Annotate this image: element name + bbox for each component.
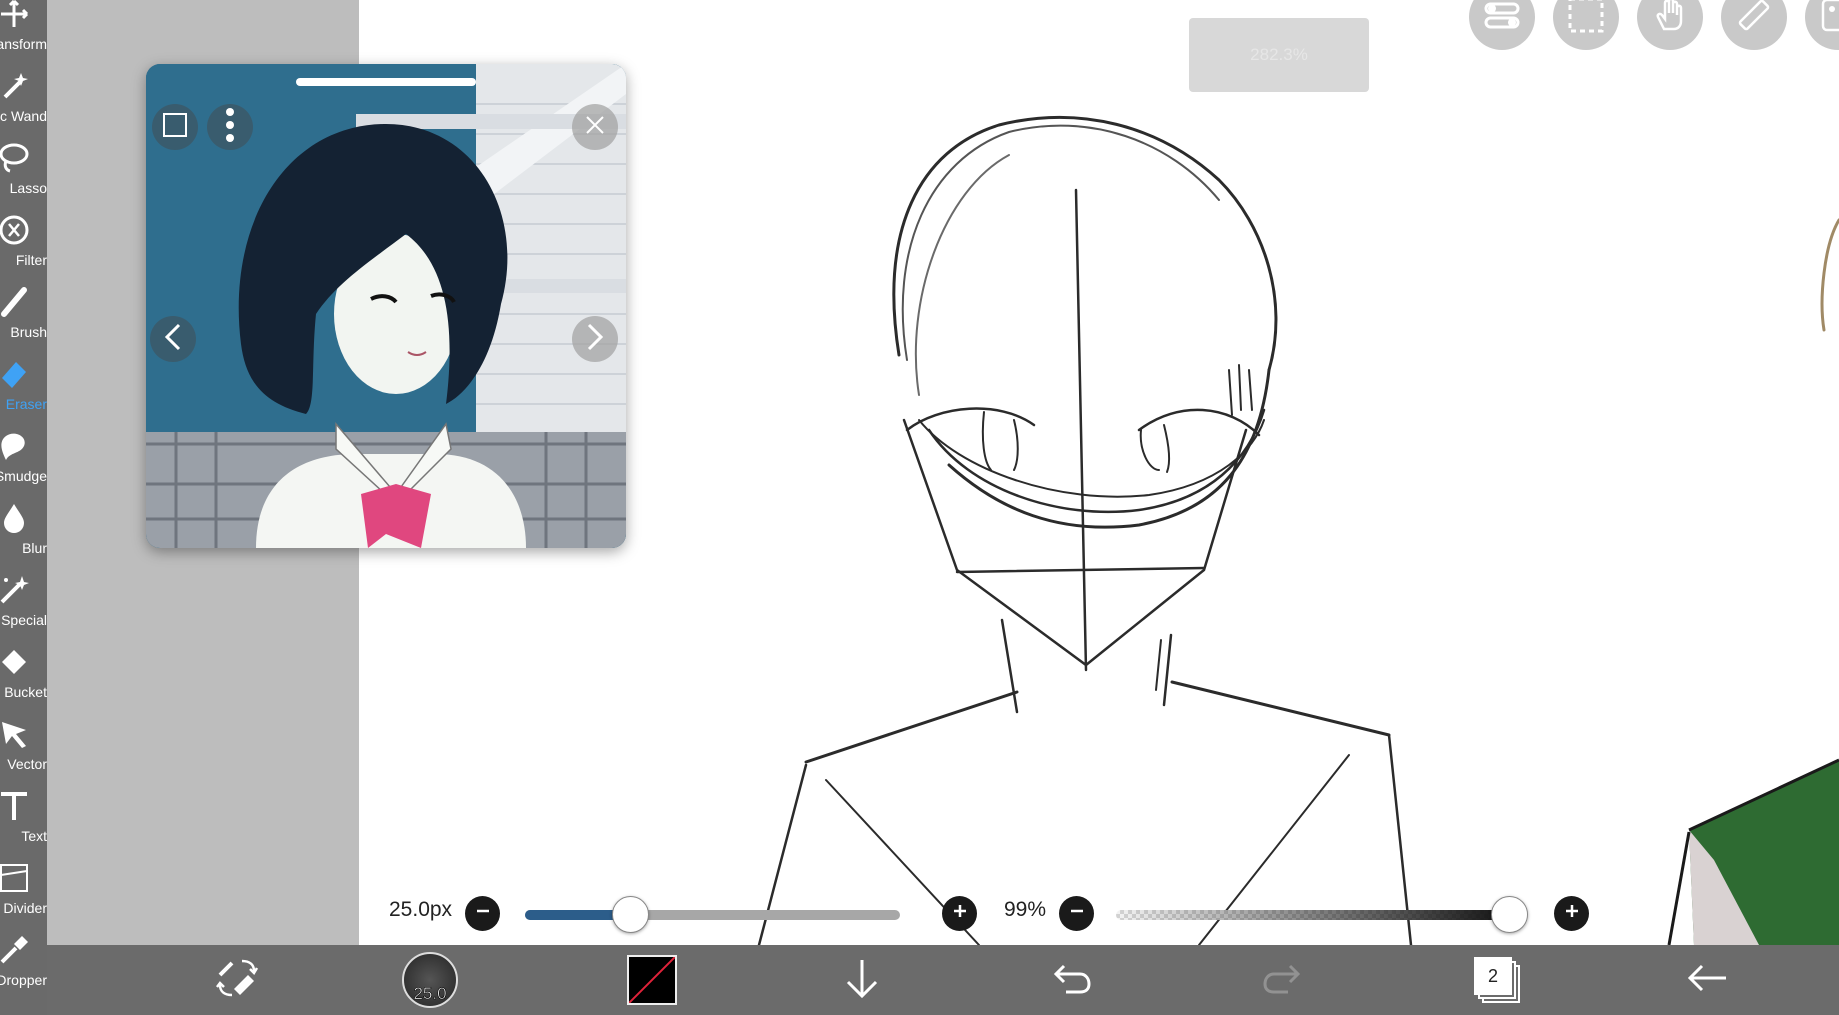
ruler-icon <box>1734 0 1774 40</box>
dropper-icon <box>0 930 34 970</box>
brush-preview-icon: 25.0 <box>402 952 458 1008</box>
tool-label: Blur <box>22 540 47 556</box>
more-vert-icon <box>225 107 235 148</box>
tool-label: Eraser <box>5 396 47 412</box>
redo-icon <box>1262 960 1302 1001</box>
material-icon <box>1818 0 1839 40</box>
opacity-decrease-button[interactable] <box>1059 896 1094 931</box>
tool-dropper[interactable]: Dropper <box>0 924 47 996</box>
tool-bucket[interactable]: Bucket <box>0 636 47 708</box>
opacity-slider[interactable] <box>1116 910 1513 920</box>
vector-icon <box>0 714 34 754</box>
tool-label: Smudge <box>0 468 47 484</box>
text-icon <box>0 786 34 826</box>
minus-icon <box>1069 903 1085 924</box>
tool-eraser[interactable]: Eraser <box>0 348 47 420</box>
tool-label: Frame Divider <box>0 900 47 916</box>
brush-icon <box>0 282 34 322</box>
tool-label: Text <box>21 828 47 844</box>
bottom-toolbar: 25.0 2 <box>47 945 1839 1015</box>
reference-close-button[interactable] <box>572 104 618 150</box>
tool-frame-divider[interactable]: Frame Divider <box>0 852 47 924</box>
tool-filter[interactable]: Filter <box>0 204 47 276</box>
zoom-indicator: 282.3% <box>1189 18 1369 92</box>
tool-palette: Transform Magic Wand Lasso Filter Brush Erase… <box>0 0 47 1015</box>
layers-icon: 2 <box>1474 957 1520 1003</box>
layer-toggle-icon <box>1482 0 1522 35</box>
plus-icon <box>1564 903 1580 924</box>
redo-button[interactable] <box>1247 945 1317 1015</box>
brush-preview-size: 25.0 <box>413 984 447 1004</box>
plus-icon <box>952 903 968 924</box>
tool-special[interactable]: Special <box>0 564 47 636</box>
tool-lasso[interactable]: Lasso <box>0 132 47 204</box>
lasso-icon <box>0 138 34 178</box>
frame-icon <box>162 112 188 143</box>
blur-icon <box>0 498 34 538</box>
reference-prev-button[interactable] <box>150 316 196 362</box>
tool-brush[interactable]: Brush <box>0 276 47 348</box>
tool-label: Magic Wand <box>0 108 47 124</box>
tool-label: Transform <box>0 36 47 52</box>
layer-count: 2 <box>1474 957 1512 995</box>
quick-switch-button[interactable] <box>187 945 287 1015</box>
download-button[interactable] <box>827 945 897 1015</box>
undo-icon <box>1052 960 1092 1001</box>
brush-size-increase-button[interactable] <box>942 896 977 931</box>
tool-smudge[interactable]: Smudge <box>0 420 47 492</box>
tool-vector[interactable]: Vector <box>0 708 47 780</box>
layers-button[interactable]: 2 <box>1457 945 1537 1015</box>
bucket-icon <box>0 642 34 682</box>
tool-text[interactable]: Text <box>0 780 47 852</box>
reference-drag-handle[interactable] <box>296 78 476 86</box>
brush-eraser-swap-icon <box>214 957 260 1004</box>
prev-icon <box>162 322 184 357</box>
reference-frame-button[interactable] <box>152 104 198 150</box>
opacity-increase-button[interactable] <box>1554 896 1589 931</box>
zoom-label: 282.3% <box>1250 45 1308 64</box>
brush-settings-sliders: 25.0px 99% <box>359 880 1839 942</box>
tool-label: Vector <box>7 756 47 772</box>
tool-label: Dropper <box>0 972 47 988</box>
tool-blur[interactable]: Blur <box>0 492 47 564</box>
transform-icon <box>0 0 34 34</box>
special-icon <box>0 570 34 610</box>
brush-size-decrease-button[interactable] <box>465 896 500 931</box>
undo-button[interactable] <box>1037 945 1107 1015</box>
magic-wand-icon <box>0 66 34 106</box>
tool-label: Bucket <box>4 684 47 700</box>
close-icon <box>584 114 606 141</box>
tool-transform[interactable]: Transform <box>0 0 47 60</box>
tool-label: Brush <box>10 324 47 340</box>
opacity-handle[interactable] <box>1491 896 1529 933</box>
color-button[interactable] <box>617 945 687 1015</box>
eraser-icon <box>0 354 34 394</box>
smudge-icon <box>0 426 34 466</box>
tool-label: Filter <box>15 252 47 268</box>
brush-preview-button[interactable]: 25.0 <box>385 945 475 1015</box>
filter-icon <box>0 210 34 250</box>
selection-icon <box>1566 0 1606 40</box>
frame-divider-icon <box>0 858 34 898</box>
brush-size-value: 25.0px <box>389 898 453 921</box>
color-swatch-icon <box>627 955 677 1005</box>
arrow-down-icon <box>844 956 880 1005</box>
back-button[interactable] <box>1667 945 1747 1015</box>
tool-label: Special <box>1 612 47 628</box>
brush-size-handle[interactable] <box>612 896 649 933</box>
reference-menu-button[interactable] <box>207 104 253 150</box>
reference-window[interactable] <box>146 64 626 548</box>
minus-icon <box>475 903 491 924</box>
brush-size-slider[interactable] <box>525 910 900 920</box>
next-icon <box>584 322 606 357</box>
reference-next-button[interactable] <box>572 316 618 362</box>
opacity-value: 99% <box>1004 898 1047 921</box>
tool-magic-wand[interactable]: Magic Wand <box>0 60 47 132</box>
hand-icon <box>1650 0 1690 40</box>
tool-label: Lasso <box>9 180 47 196</box>
arrow-left-icon <box>1684 960 1730 1001</box>
